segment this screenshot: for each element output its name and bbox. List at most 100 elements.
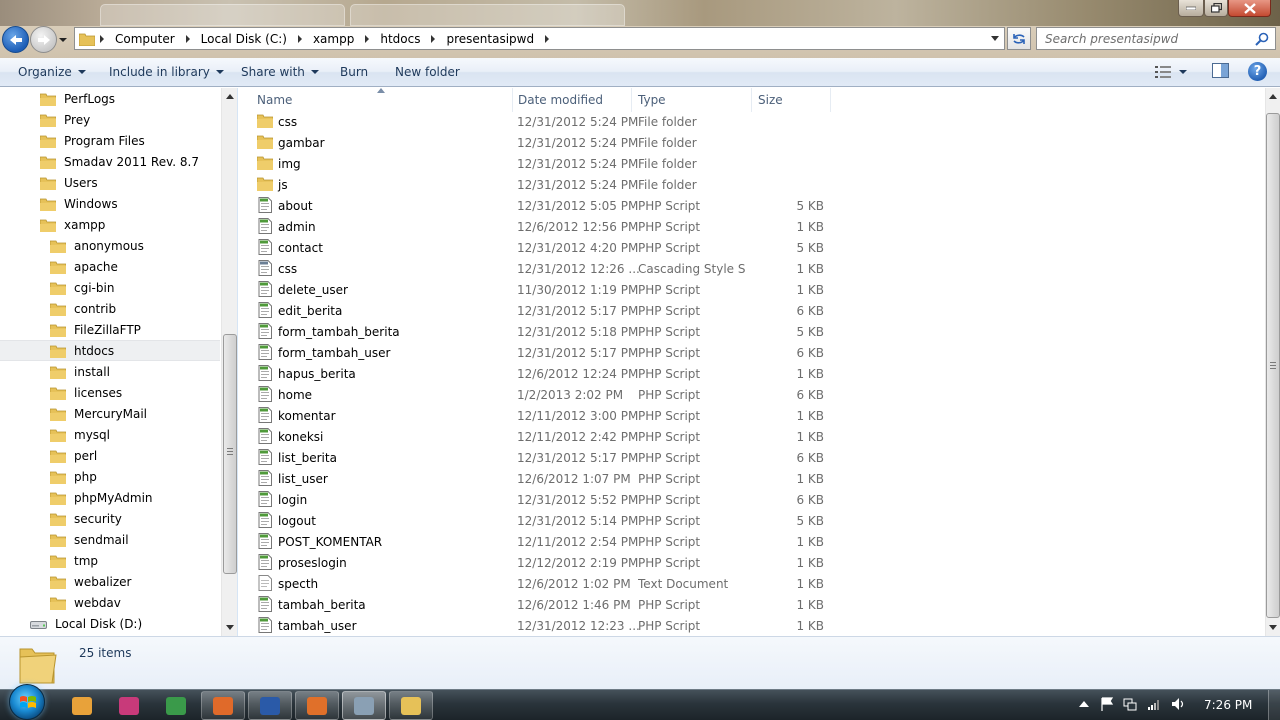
include-in-library-button[interactable]: Include in library <box>109 58 224 86</box>
breadcrumb-arrow-icon[interactable] <box>95 34 109 43</box>
help-button[interactable]: ? <box>1248 62 1267 81</box>
tree-item[interactable]: xampp <box>39 214 105 235</box>
tree-item[interactable]: perl <box>49 445 97 466</box>
show-desktop-button[interactable] <box>1268 690 1280 720</box>
file-row[interactable]: js 12/31/2012 5:24 PM File folder <box>239 174 839 195</box>
file-row[interactable]: contact 12/31/2012 4:20 PM PHP Script 5 KB <box>239 237 839 258</box>
tree-item[interactable]: Windows <box>39 193 118 214</box>
taskbar-app-button[interactable] <box>60 691 104 720</box>
file-row[interactable]: logout 12/31/2012 5:14 PM PHP Script 5 KB <box>239 510 839 531</box>
burn-button[interactable]: Burn <box>340 58 368 86</box>
file-row[interactable]: css 12/31/2012 5:24 PM File folder <box>239 111 839 132</box>
scroll-down-icon[interactable] <box>226 625 234 630</box>
start-button[interactable] <box>9 684 45 720</box>
breadcrumb-presentasipwd[interactable]: presentasipwd <box>440 28 540 49</box>
maximize-button[interactable] <box>1204 0 1228 17</box>
file-row[interactable]: delete_user 11/30/2012 1:19 PM PHP Script 1… <box>239 279 839 300</box>
tree-item[interactable]: Prey <box>39 109 90 130</box>
search-input[interactable] <box>1045 31 1255 46</box>
taskbar-app-button[interactable] <box>248 691 292 720</box>
breadcrumb-arrow-icon[interactable] <box>360 34 374 43</box>
address-bar[interactable]: Computer Local Disk (C:) xampp htdocs pr… <box>74 27 1005 50</box>
scrollbar-thumb[interactable] <box>1266 113 1280 618</box>
organize-button[interactable]: Organize <box>18 58 86 86</box>
file-row[interactable]: tambah_berita 12/6/2012 1:46 PM PHP Script… <box>239 594 839 615</box>
tree-item[interactable]: webalizer <box>49 571 131 592</box>
tree-item[interactable]: tmp <box>49 550 98 571</box>
show-hidden-icons-icon[interactable] <box>1076 696 1092 712</box>
navigation-scrollbar[interactable] <box>221 88 237 636</box>
tree-item[interactable]: webdav <box>49 592 121 613</box>
breadcrumb-arrow-icon[interactable] <box>293 34 307 43</box>
back-button[interactable] <box>2 26 29 53</box>
file-row[interactable]: edit_berita 12/31/2012 5:17 PM PHP Script 6… <box>239 300 839 321</box>
address-history-dropdown-icon[interactable] <box>990 35 1000 43</box>
clock[interactable]: 7:26 PM <box>1204 698 1252 712</box>
column-header-date[interactable]: Date modified <box>511 88 632 112</box>
tree-item[interactable]: mysql <box>49 424 110 445</box>
file-row[interactable]: list_user 12/6/2012 1:07 PM PHP Script 1 KB <box>239 468 839 489</box>
file-row[interactable]: home 1/2/2013 2:02 PM PHP Script 6 KB <box>239 384 839 405</box>
action-center-flag-icon[interactable] <box>1099 696 1115 712</box>
minimize-button[interactable] <box>1178 0 1204 17</box>
tree-item[interactable]: anonymous <box>49 235 144 256</box>
close-button[interactable] <box>1228 0 1271 17</box>
file-row[interactable]: hapus_berita 12/6/2012 12:24 PM PHP Script… <box>239 363 839 384</box>
file-row[interactable]: POST_KOMENTAR 12/11/2012 2:54 PM PHP Scrip… <box>239 531 839 552</box>
volume-icon[interactable] <box>1170 696 1186 712</box>
taskbar-app-button[interactable] <box>107 691 151 720</box>
tree-item[interactable]: htdocs <box>0 340 220 361</box>
search-box[interactable] <box>1036 27 1276 50</box>
tree-item[interactable]: Local Disk (D:) <box>10 613 142 634</box>
taskbar-app-button[interactable] <box>201 691 245 720</box>
breadcrumb-computer[interactable]: Computer <box>109 28 181 49</box>
refresh-button[interactable] <box>1007 27 1031 50</box>
column-header-type[interactable]: Type <box>631 88 752 112</box>
scrollbar-thumb[interactable] <box>223 334 237 574</box>
tree-item[interactable]: Users <box>39 172 98 193</box>
file-row[interactable]: list_berita 12/31/2012 5:17 PM PHP Script 6… <box>239 447 839 468</box>
taskbar-app-button[interactable] <box>154 691 198 720</box>
file-row[interactable]: img 12/31/2012 5:24 PM File folder <box>239 153 839 174</box>
new-folder-button[interactable]: New folder <box>395 58 460 86</box>
change-view-button[interactable] <box>1155 62 1195 82</box>
tree-item[interactable]: sendmail <box>49 529 129 550</box>
file-row[interactable]: form_tambah_berita 12/31/2012 5:18 PM PHP … <box>239 321 839 342</box>
breadcrumb-local-disk-c[interactable]: Local Disk (C:) <box>195 28 293 49</box>
file-row[interactable]: komentar 12/11/2012 3:00 PM PHP Script 1 KB <box>239 405 839 426</box>
tree-item[interactable]: PerfLogs <box>39 88 115 109</box>
file-row[interactable]: admin 12/6/2012 12:56 PM PHP Script 1 KB <box>239 216 839 237</box>
forward-button[interactable] <box>30 26 57 53</box>
breadcrumb-htdocs[interactable]: htdocs <box>374 28 426 49</box>
tree-item[interactable]: security <box>49 508 122 529</box>
taskbar-app-button[interactable] <box>342 691 386 720</box>
scroll-down-icon[interactable] <box>1269 625 1277 630</box>
scroll-up-icon[interactable] <box>1269 94 1277 99</box>
column-header-size[interactable]: Size <box>751 88 831 112</box>
file-row[interactable]: css 12/31/2012 12:26 ... Cascading Style S… <box>239 258 839 279</box>
file-row[interactable]: gambar 12/31/2012 5:24 PM File folder <box>239 132 839 153</box>
preview-pane-icon[interactable] <box>1212 63 1230 79</box>
tree-item[interactable]: FileZillaFTP <box>49 319 141 340</box>
taskbar-app-button[interactable] <box>389 691 433 720</box>
file-row[interactable]: form_tambah_user 12/31/2012 5:17 PM PHP Sc… <box>239 342 839 363</box>
tree-item[interactable]: Program Files <box>39 130 145 151</box>
share-with-button[interactable]: Share with <box>241 58 319 86</box>
file-row[interactable]: koneksi 12/11/2012 2:42 PM PHP Script 1 KB <box>239 426 839 447</box>
tree-item[interactable]: licenses <box>49 382 122 403</box>
scroll-up-icon[interactable] <box>226 94 234 99</box>
signal-icon[interactable] <box>1146 696 1162 712</box>
tree-item[interactable]: php <box>49 466 97 487</box>
file-row[interactable]: proseslogin 12/12/2012 2:19 PM PHP Script 1… <box>239 552 839 573</box>
tree-item[interactable]: contrib <box>49 298 116 319</box>
tree-item[interactable]: install <box>49 361 110 382</box>
file-row[interactable]: about 12/31/2012 5:05 PM PHP Script 5 KB <box>239 195 839 216</box>
file-row[interactable]: specth 12/6/2012 1:02 PM Text Document 1 KB <box>239 573 839 594</box>
search-icon[interactable] <box>1255 32 1269 46</box>
network-adapter-icon[interactable] <box>1122 696 1138 712</box>
recent-pages-dropdown-icon[interactable] <box>58 35 68 45</box>
tree-item[interactable]: phpMyAdmin <box>49 487 153 508</box>
tree-item[interactable]: cgi-bin <box>49 277 114 298</box>
file-row[interactable]: tambah_user 12/31/2012 12:23 ... PHP Scrip… <box>239 615 839 636</box>
tree-item[interactable]: MercuryMail <box>49 403 147 424</box>
